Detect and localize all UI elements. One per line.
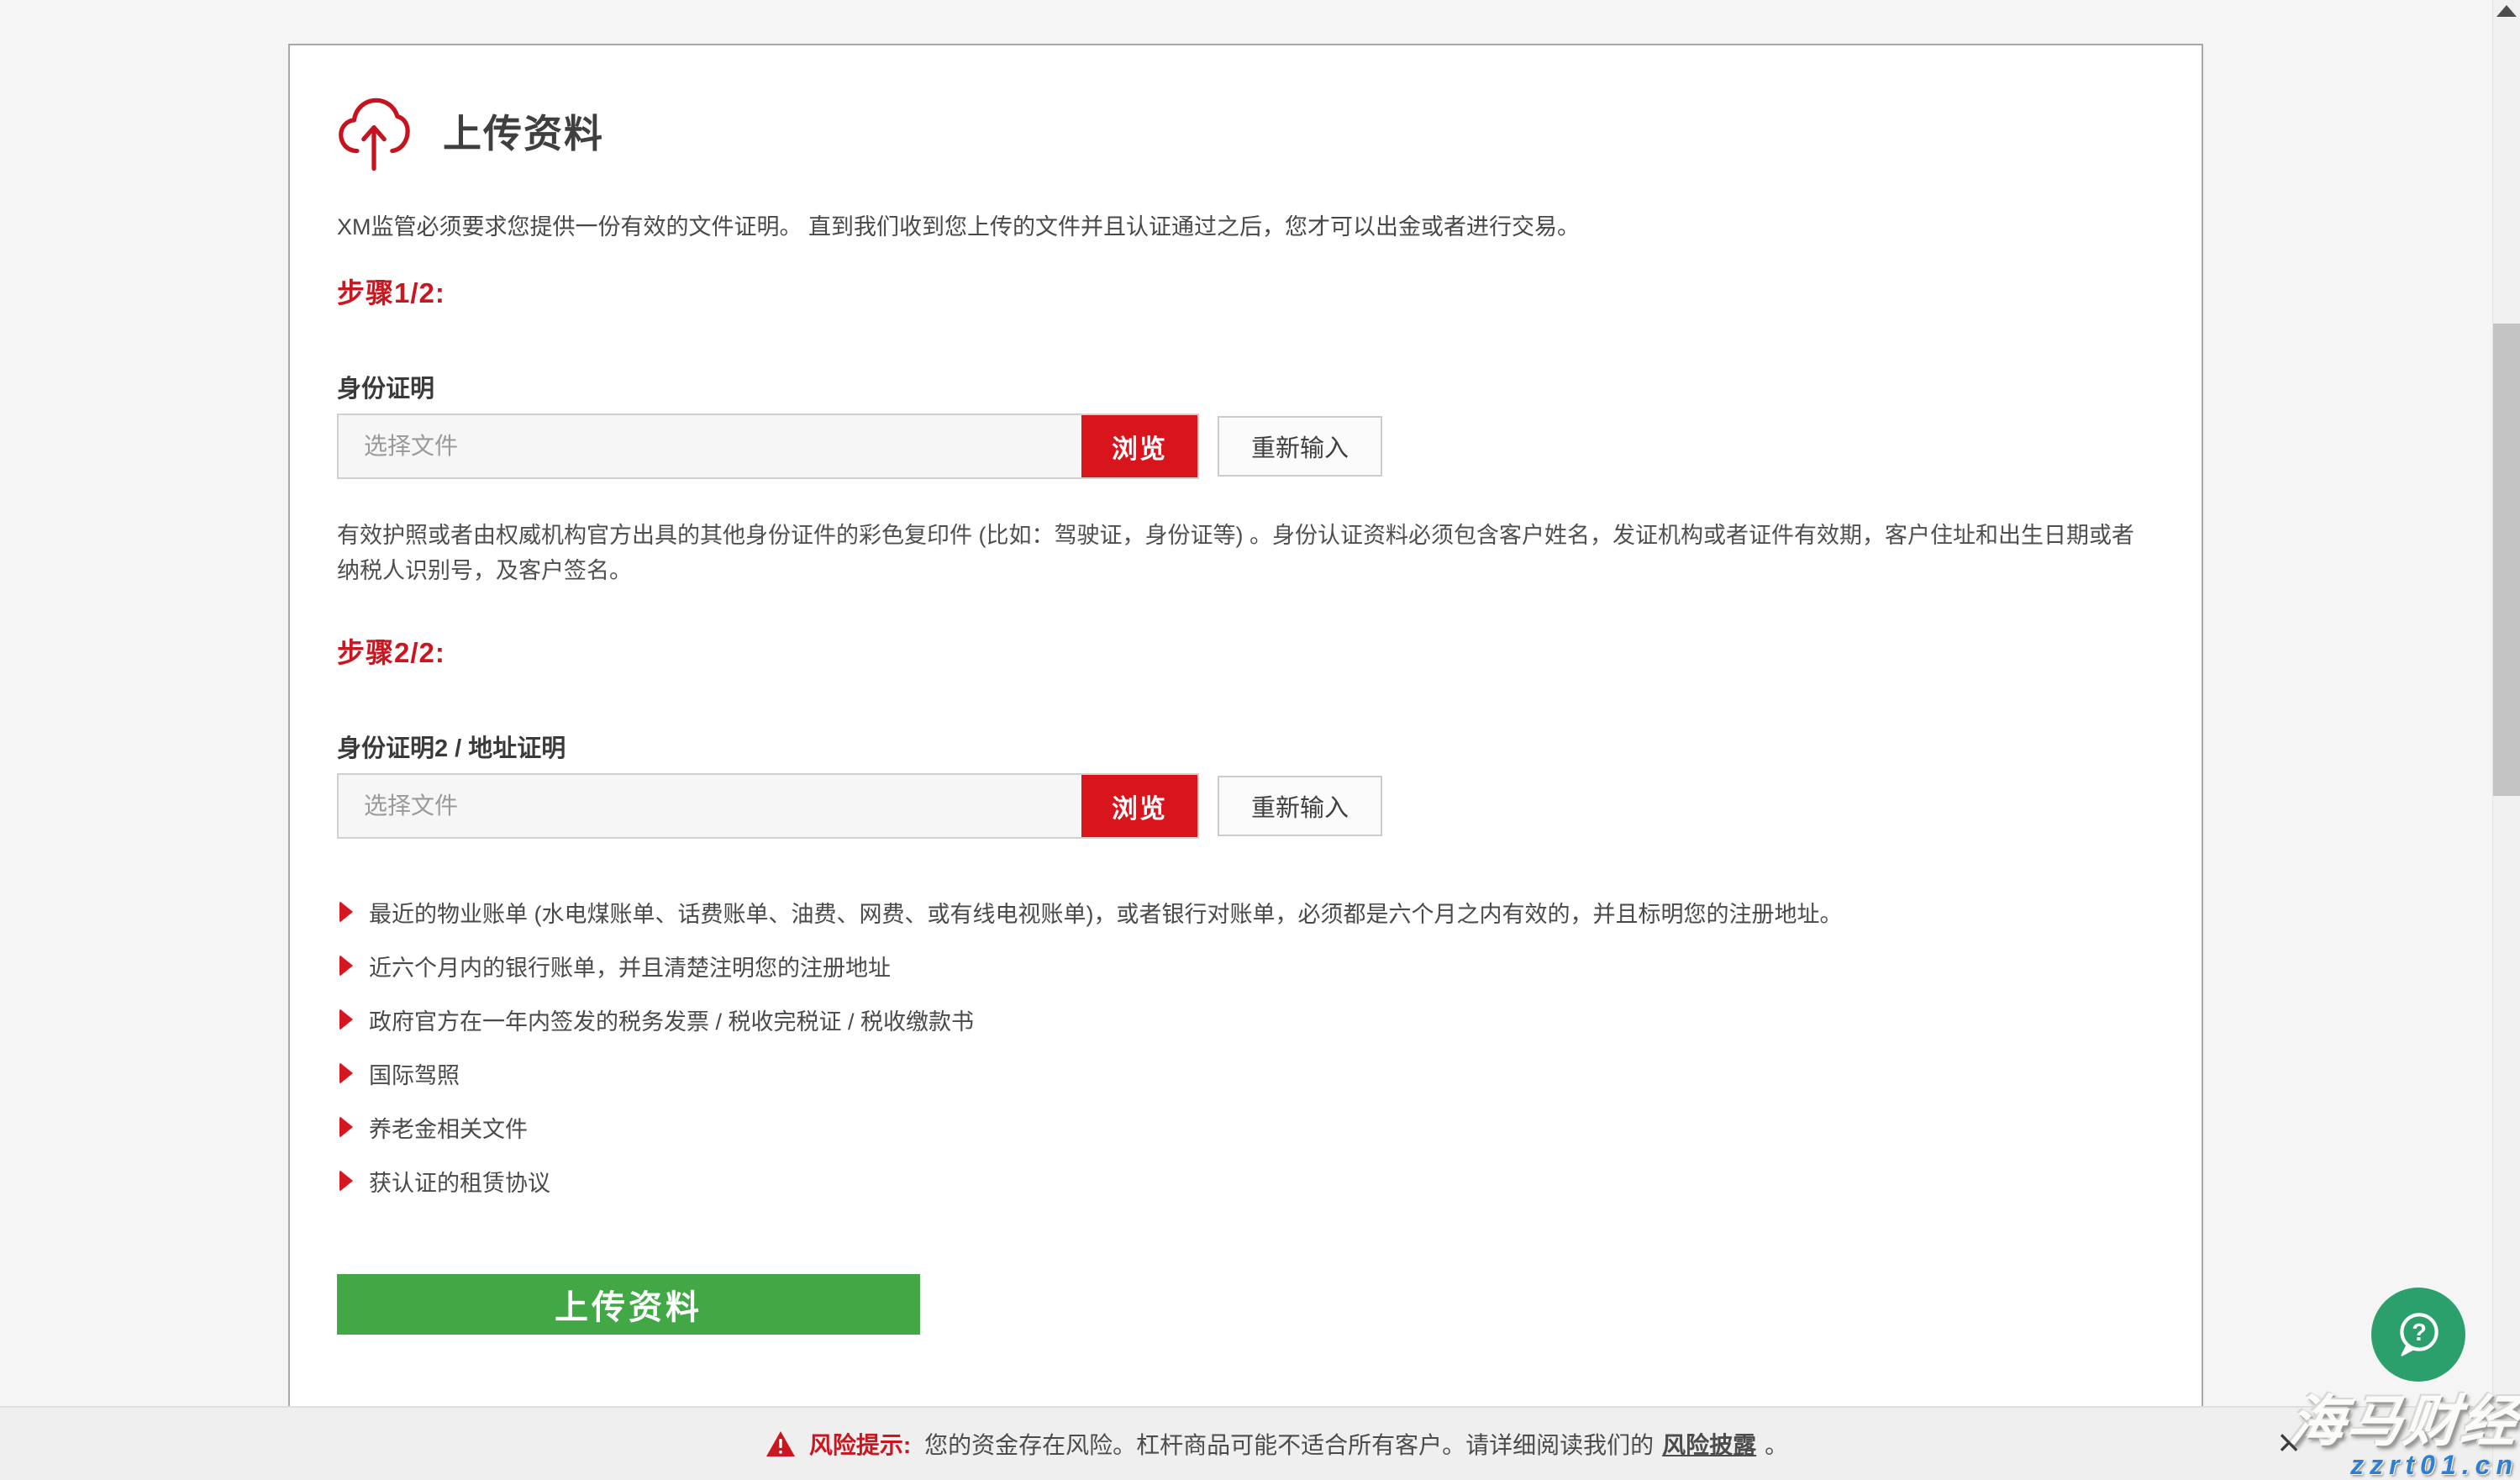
reset-button-1[interactable]: 重新输入: [1218, 416, 1382, 477]
risk-disclosure-link[interactable]: 风险披露: [1662, 1427, 1756, 1461]
address-file-row: 浏览 重新输入: [337, 773, 2154, 839]
arrow-right-marker-icon: [339, 1009, 353, 1030]
accepted-documents-list: 最近的物业账单 (水电煤账单、话费账单、油费、网费、或有线电视账单)，或者银行对…: [337, 899, 2154, 1193]
chat-help-button[interactable]: ?: [2371, 1288, 2465, 1382]
bullet-text: 养老金相关文件: [369, 1111, 528, 1144]
bullet-text: 政府官方在一年内签发的税务发票 / 税收完税证 / 税收缴款书: [369, 1003, 974, 1036]
arrow-right-marker-icon: [339, 1170, 353, 1192]
list-item: 养老金相关文件: [337, 1114, 2154, 1140]
scrollbar-thumb[interactable]: [2493, 324, 2520, 796]
risk-label: 风险提示:: [809, 1427, 911, 1461]
bullet-text: 国际驾照: [369, 1057, 460, 1090]
list-item: 政府官方在一年内签发的税务发票 / 税收完税证 / 税收缴款书: [337, 1007, 2154, 1032]
file-input-1[interactable]: [339, 415, 1081, 477]
warning-triangle-icon: [765, 1430, 796, 1457]
browse-button-1[interactable]: 浏览: [1081, 415, 1197, 477]
list-item: 最近的物业账单 (水电煤账单、话费账单、油费、网费、或有线电视账单)，或者银行对…: [337, 899, 2154, 924]
arrow-right-marker-icon: [339, 901, 353, 923]
scrollbar-track[interactable]: [2492, 0, 2520, 1480]
chat-question-icon: ?: [2391, 1307, 2446, 1362]
arrow-right-marker-icon: [339, 1062, 353, 1084]
intro-text: XM监管必须要求您提供一份有效的文件证明。 直到我们收到您上传的文件并且认证通过…: [337, 212, 2154, 242]
file-input-2[interactable]: [339, 775, 1081, 837]
identity-proof-description: 有效护照或者由权威机构官方出具的其他身份证件的彩色复印件 (比如：驾驶证，身份证…: [337, 518, 2154, 588]
upload-submit-button[interactable]: 上传资料: [337, 1274, 920, 1335]
upload-documents-card: 上传资料 XM监管必须要求您提供一份有效的文件证明。 直到我们收到您上传的文件并…: [288, 44, 2203, 1422]
arrow-right-marker-icon: [339, 955, 353, 977]
bullet-text: 获认证的租赁协议: [369, 1165, 550, 1198]
risk-warning-bar: 风险提示: 您的资金存在风险。杠杆商品可能不适合所有客户。请详细阅读我们的风险披…: [0, 1406, 2520, 1480]
step-2-heading: 步骤2/2:: [337, 630, 2154, 671]
identity-proof-label: 身份证明: [337, 369, 2154, 404]
list-item: 获认证的租赁协议: [337, 1168, 2154, 1193]
card-header: 上传资料: [337, 94, 2154, 168]
bullet-text: 近六个月内的银行账单，并且清楚注明您的注册地址: [369, 950, 891, 982]
scroll-up-arrow-icon[interactable]: [2496, 5, 2517, 17]
file-picker-2: 浏览: [337, 773, 1199, 839]
page-title: 上传资料: [443, 103, 604, 159]
address-proof-label: 身份证明2 / 地址证明: [337, 729, 2154, 764]
browse-button-2[interactable]: 浏览: [1081, 775, 1197, 837]
list-item: 国际驾照: [337, 1061, 2154, 1086]
cloud-upload-icon: [337, 91, 411, 171]
risk-text-suffix: 。: [1765, 1427, 1788, 1461]
identity-file-row: 浏览 重新输入: [337, 413, 2154, 479]
svg-text:?: ?: [2412, 1319, 2427, 1346]
reset-button-2[interactable]: 重新输入: [1218, 776, 1382, 836]
risk-text: 您的资金存在风险。杠杆商品可能不适合所有客户。请详细阅读我们的: [924, 1427, 1654, 1461]
bullet-text: 最近的物业账单 (水电煤账单、话费账单、油费、网费、或有线电视账单)，或者银行对…: [369, 896, 1842, 929]
list-item: 近六个月内的银行账单，并且清楚注明您的注册地址: [337, 953, 2154, 978]
close-icon[interactable]: ×: [2269, 1422, 2309, 1462]
arrow-right-marker-icon: [339, 1116, 353, 1138]
file-picker-1: 浏览: [337, 413, 1199, 479]
step-1-heading: 步骤1/2:: [337, 271, 2154, 311]
